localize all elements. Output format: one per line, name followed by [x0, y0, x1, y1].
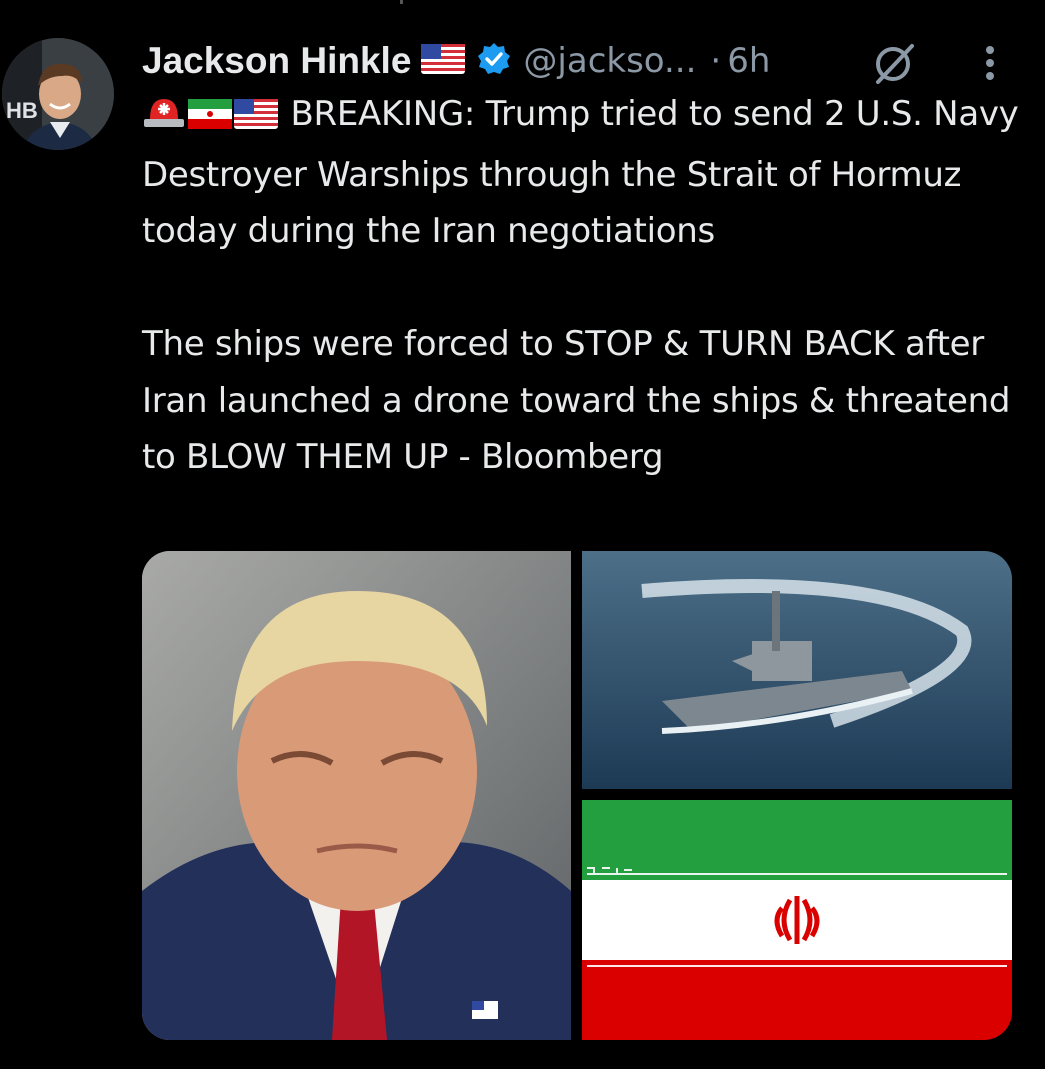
avatar-badge: HB [6, 98, 38, 123]
header-separator: · [710, 41, 722, 81]
iran-flag-icon [188, 90, 232, 147]
top-divider-fragment [400, 0, 403, 4]
verified-badge-icon[interactable] [477, 42, 511, 80]
us-flag-icon [421, 44, 466, 78]
tweet-media-grid [142, 551, 1012, 1040]
us-flag-icon [234, 90, 278, 147]
grok-icon[interactable] [872, 40, 918, 90]
author-handle[interactable]: @jackso... [523, 41, 696, 81]
iran-flag-image[interactable] [582, 800, 1012, 1040]
tweet-timestamp[interactable]: 6h [727, 41, 770, 81]
avatar-photo: HB [2, 38, 114, 150]
more-options-icon[interactable] [978, 42, 1002, 82]
tweet-paragraph-2: The ships were forced to STOP & TURN BAC… [142, 324, 1011, 477]
tweet-paragraph-1: BREAKING: Trump tried to send 2 U.S. Nav… [142, 86, 1022, 260]
navy-destroyer-photo[interactable] [582, 551, 1012, 789]
police-light-icon [142, 90, 186, 147]
author-avatar[interactable]: HB [2, 38, 114, 150]
tweet-header: Jackson Hinkle @jackso... · 6h [142, 36, 770, 86]
tweet-body: BREAKING: Trump tried to send 2 U.S. Nav… [142, 86, 1022, 486]
author-name[interactable]: Jackson Hinkle [142, 40, 411, 82]
trump-portrait-photo[interactable] [142, 551, 571, 1040]
